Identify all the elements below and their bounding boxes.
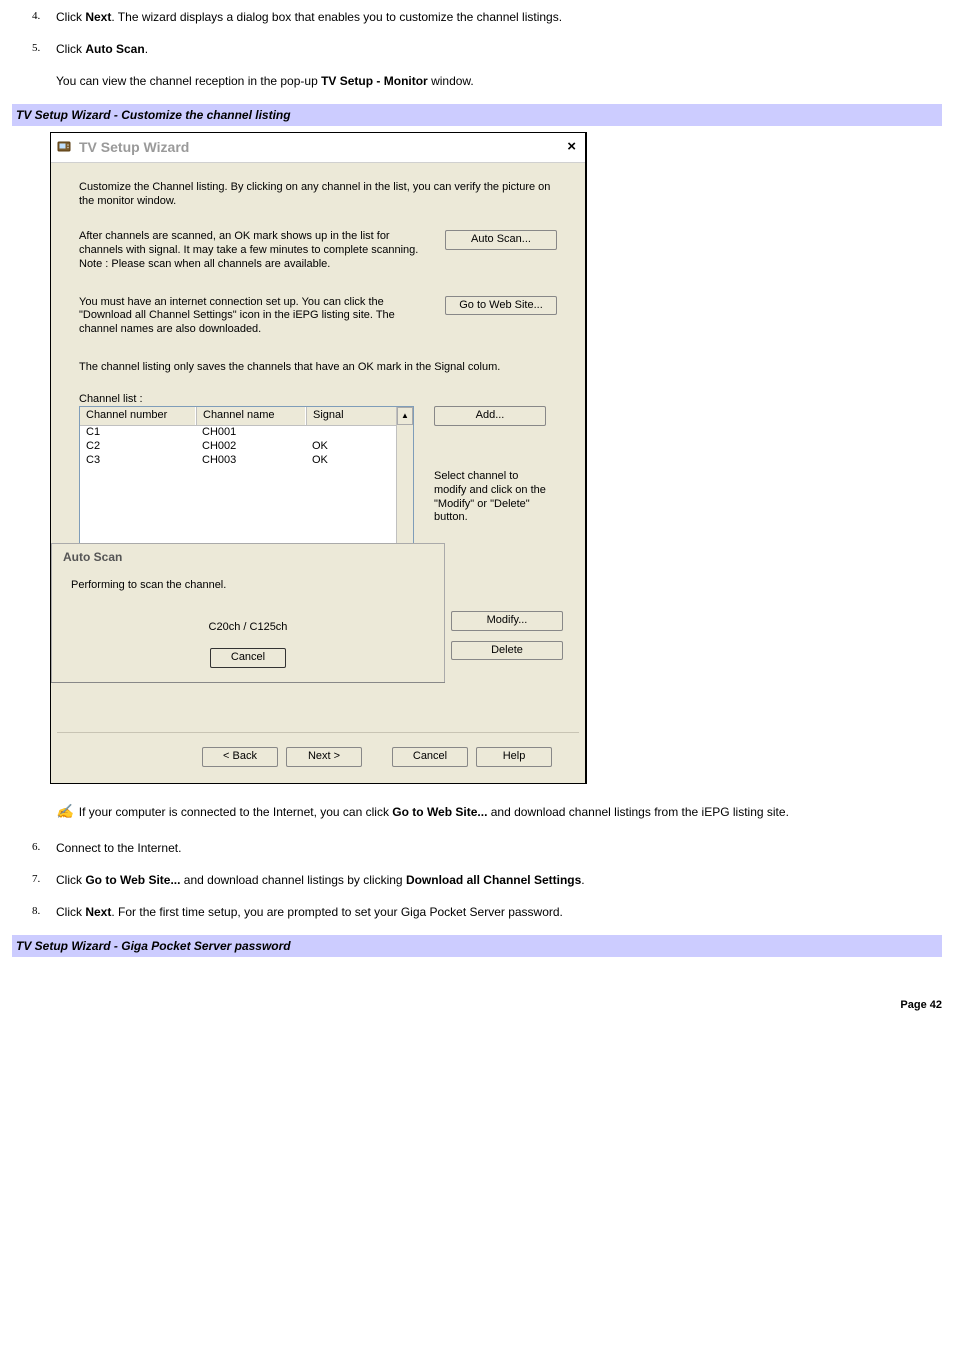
modify-button[interactable]: Modify... (451, 611, 563, 631)
modify-delete-hint: Select channel to modify and click on th… (434, 470, 550, 525)
col-channel-name[interactable]: Channel name (196, 407, 306, 425)
autoscan-description: After channels are scanned, an OK mark s… (79, 230, 427, 271)
go-to-website-button[interactable]: Go to Web Site... (445, 296, 557, 316)
app-icon (57, 139, 73, 155)
step-text: Click Go to Web Site... and download cha… (56, 873, 585, 887)
step-7: 7. Click Go to Web Site... and download … (12, 871, 942, 889)
delete-button[interactable]: Delete (451, 641, 563, 661)
autoscan-progress: C20ch / C125ch (63, 621, 433, 635)
dialog-intro-text: Customize the Channel listing. By clicki… (79, 181, 557, 209)
dialog-footer: < Back Next > Cancel Help (57, 732, 579, 783)
step-number: 6. (32, 839, 40, 856)
auto-scan-popup: Auto Scan Performing to scan the channel… (51, 543, 445, 683)
col-channel-number[interactable]: Channel number (80, 407, 196, 425)
autoscan-message: Performing to scan the channel. (71, 579, 433, 593)
step-text: Click Next. The wizard displays a dialog… (56, 10, 562, 24)
step-number: 5. (32, 40, 40, 57)
step-number: 4. (32, 8, 40, 25)
step-6: 6. Connect to the Internet. (12, 839, 942, 857)
table-row[interactable]: C3 CH003 OK (80, 454, 413, 468)
step-4: 4. Click Next. The wizard displays a dia… (12, 8, 942, 26)
help-button[interactable]: Help (476, 747, 552, 767)
step-8: 8. Click Next. For the first time setup,… (12, 903, 942, 921)
table-row[interactable]: C2 CH002 OK (80, 440, 413, 454)
tv-setup-wizard-dialog: TV Setup Wizard × Customize the Channel … (50, 132, 587, 784)
channel-list-header: Channel number Channel name Signal (80, 407, 413, 426)
channel-list-rows: C1 CH001 C2 CH002 OK C3 CH003 OK (80, 426, 413, 467)
step-number: 7. (32, 871, 40, 888)
scroll-up-icon[interactable]: ▲ (397, 407, 413, 425)
website-description: You must have an internet connection set… (79, 296, 427, 337)
autoscan-title: Auto Scan (63, 550, 433, 565)
step-5: 5. Click Auto Scan. You can view the cha… (12, 40, 942, 90)
figure-caption: TV Setup Wizard - Giga Pocket Server pas… (12, 935, 942, 957)
channel-list-label: Channel list : (79, 393, 557, 407)
autoscan-cancel-button[interactable]: Cancel (210, 648, 286, 668)
note: ✍ If your computer is connected to the I… (56, 802, 942, 823)
close-icon[interactable]: × (564, 138, 579, 157)
step-text: Connect to the Internet. (56, 841, 181, 855)
table-row[interactable]: C1 CH001 (80, 426, 413, 440)
step-subtext: You can view the channel reception in th… (56, 72, 942, 90)
dialog-figure: TV Setup Wizard × Customize the Channel … (50, 132, 942, 784)
step-text: Click Auto Scan. (56, 42, 148, 56)
step-number: 8. (32, 903, 40, 920)
figure-caption: TV Setup Wizard - Customize the channel … (12, 104, 942, 126)
step-text: Click Next. For the first time setup, yo… (56, 905, 563, 919)
dialog-titlebar: TV Setup Wizard × (51, 133, 585, 163)
note-icon: ✍ (56, 805, 73, 820)
next-button[interactable]: Next > (286, 747, 362, 767)
add-button[interactable]: Add... (434, 406, 546, 426)
auto-scan-button[interactable]: Auto Scan... (445, 230, 557, 250)
dialog-title: TV Setup Wizard (79, 139, 189, 157)
cancel-button[interactable]: Cancel (392, 747, 468, 767)
back-button[interactable]: < Back (202, 747, 278, 767)
page-number: Page 42 (12, 997, 942, 1014)
listing-note: The channel listing only saves the chann… (79, 361, 557, 375)
